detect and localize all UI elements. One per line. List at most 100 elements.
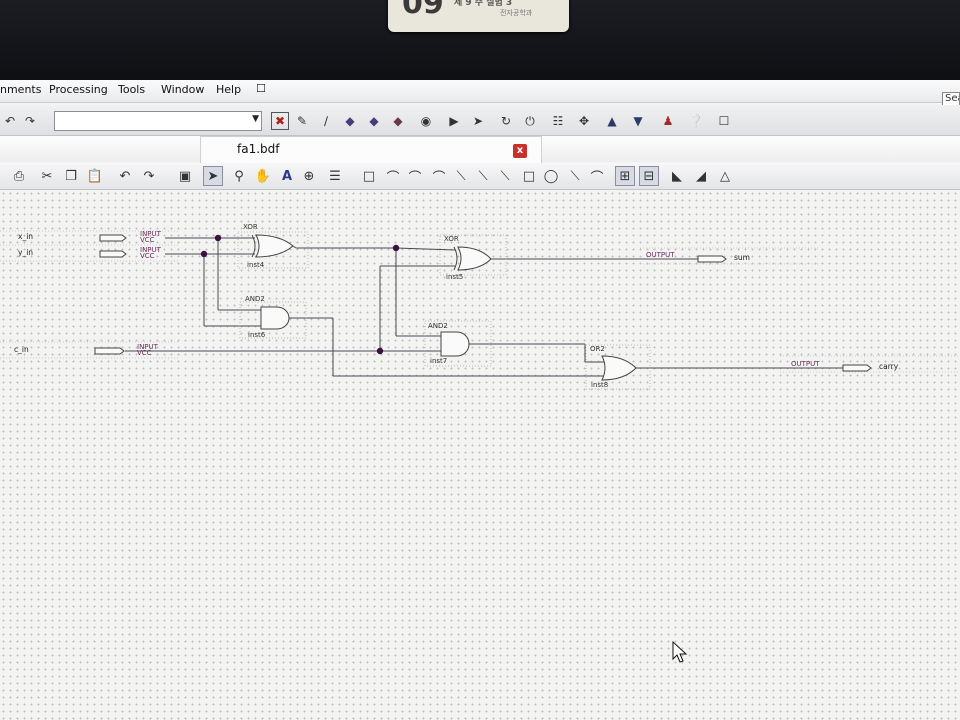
or-gate-inst8[interactable]: OR2 inst8 (585, 344, 651, 390)
flip-icon[interactable]: ◣ (668, 167, 686, 185)
junction-dot (200, 250, 208, 258)
chip-planner-icon[interactable]: ✖ (271, 112, 289, 130)
block-icon[interactable]: ▣ (176, 167, 194, 185)
undo-icon[interactable]: ↶ (116, 167, 134, 185)
symbol-icon[interactable]: ⊕ (300, 167, 318, 185)
timing-icon[interactable]: ➤ (470, 113, 486, 129)
partial-select-icon[interactable]: ⊟ (639, 166, 659, 186)
monitor-sticker: 09 제 9 주 실험 3 전자공학과 (388, 0, 569, 32)
compile-fitter-icon[interactable]: ◆ (390, 113, 406, 129)
help-icon[interactable]: ❔ (688, 113, 704, 129)
gate-type-label: AND2 (245, 295, 265, 303)
pointer-icon[interactable]: ➤ (203, 166, 223, 186)
block-editor-toolbar: ⎙ ✂ ❐ 📋 ↶ ↷ ▣ ➤ ⚲ ✋ A ⊕ ☰ □ ⌒ ⌒ ⌒ ⟍ ⟍ ⟍ … (0, 163, 960, 190)
diagonal-line-icon[interactable]: ⟍ (452, 167, 470, 185)
schematic-canvas[interactable]: x_in INPUT VCC y_in INPUT VCC c_in INPUT… (0, 190, 960, 720)
input-pin-c-in[interactable]: c_in INPUT VCC (14, 343, 159, 357)
line-icon[interactable]: ⟍ (566, 167, 584, 185)
output-pin-sum[interactable]: OUTPUT sum (646, 251, 750, 263)
diagonal-bus-icon[interactable]: ⟍ (474, 167, 492, 185)
hand-icon[interactable]: ✋ (254, 167, 272, 185)
text-icon[interactable]: A (278, 167, 296, 185)
menu-help[interactable]: Help (216, 83, 241, 96)
menu-processing[interactable]: Processing (49, 83, 108, 96)
undo-icon[interactable]: ↶ (2, 113, 18, 129)
power-icon[interactable]: ⏻ (522, 113, 538, 129)
snap-icon[interactable]: △ (716, 167, 734, 185)
menu-window[interactable]: Window (161, 83, 204, 96)
main-toolbar: ↶ ↷ ▼ ✖ ✎ ∕ ◆ ◆ ◆ ◉ ▶ ➤ ↻ ⏻ ☷ ✥ ▲ ▼ ♟ ❔ … (0, 105, 960, 136)
pin-name: x_in (18, 232, 33, 241)
zoom-icon[interactable]: ⚲ (230, 167, 248, 185)
conduit-icon[interactable]: ⌒ (430, 167, 448, 186)
pin-name: y_in (18, 248, 33, 257)
pin-icon[interactable]: ✎ (294, 113, 310, 129)
orthogonal-bus-icon[interactable]: ⌒ (406, 167, 424, 186)
print-icon[interactable]: ⎙ (10, 167, 28, 185)
sticker-text: 제 9 주 실험 3 (454, 0, 513, 8)
wand-icon[interactable]: ∕ (318, 113, 334, 129)
document-tab-row: fa1.bdf x (0, 136, 960, 163)
person-icon[interactable]: ♟ (660, 113, 676, 129)
rtl-viewer-icon[interactable]: ↻ (498, 113, 514, 129)
diagonal-conduit-icon[interactable]: ⟍ (496, 167, 514, 185)
netlist-icon[interactable]: ☷ (550, 113, 566, 129)
menu-assignments[interactable]: nments (0, 83, 41, 96)
menu-tools[interactable]: Tools (118, 83, 145, 96)
xor-gate-inst4[interactable]: XOR inst4 (237, 223, 309, 269)
chip-editor-icon[interactable]: ▼ (630, 113, 646, 129)
arc-icon[interactable]: ⌒ (588, 167, 606, 186)
junction-dot (376, 347, 384, 355)
tab-fa1-bdf[interactable]: fa1.bdf x (200, 136, 542, 163)
cut-icon[interactable]: ✂ (38, 167, 56, 185)
input-pin-y-in[interactable]: y_in INPUT VCC (18, 246, 162, 260)
pin-name: c_in (14, 345, 29, 354)
pin-tool-icon[interactable]: ☰ (326, 167, 344, 185)
gate-instance-label: inst7 (430, 357, 447, 365)
pin-name: carry (879, 362, 899, 371)
gate-instance-label: inst8 (591, 381, 608, 389)
gate-type-label: XOR (243, 223, 258, 231)
schematic-diagram: x_in INPUT VCC y_in INPUT VCC c_in INPUT… (0, 223, 960, 663)
node-finder-icon[interactable]: ▲ (604, 113, 620, 129)
application-window: nments Processing Tools Window Help ☐ Se… (0, 80, 960, 720)
sticker-subtext: 전자공학과 (500, 9, 533, 17)
redo-icon[interactable]: ↷ (22, 113, 38, 129)
gate-type-label: XOR (444, 235, 459, 243)
input-pin-x-in[interactable]: x_in INPUT VCC (18, 230, 162, 244)
rotate-icon[interactable]: ◢ (692, 167, 710, 185)
orthogonal-node-icon[interactable]: ⌒ (384, 167, 402, 186)
rectangle-icon[interactable]: □ (360, 167, 378, 185)
mouse-cursor-icon (672, 640, 688, 663)
gate-type-label: AND2 (428, 322, 448, 330)
pin-value: VCC (137, 349, 152, 357)
compile-analysis-icon[interactable]: ◆ (366, 113, 382, 129)
play-icon[interactable]: ▶ (446, 113, 462, 129)
project-navigator-combo[interactable]: ▼ (54, 111, 262, 131)
pin-name: sum (734, 253, 750, 262)
pin-value: VCC (140, 252, 155, 260)
junction-dot (214, 234, 222, 242)
pin-primitive: OUTPUT (791, 360, 820, 368)
menu-bar: nments Processing Tools Window Help ☐ Se… (0, 80, 960, 110)
rectangle-tool-icon[interactable]: □ (520, 167, 538, 185)
gate-type-label: OR2 (590, 345, 605, 353)
and-gate-inst6[interactable]: AND2 inst6 (239, 295, 307, 339)
compile-icon[interactable]: ◆ (342, 113, 358, 129)
ellipse-icon[interactable]: ◯ (542, 167, 560, 185)
stop-icon[interactable]: ◉ (418, 113, 434, 129)
chevron-down-icon: ▼ (252, 114, 259, 124)
close-tab-button[interactable]: x (513, 144, 527, 158)
help-bubble-icon[interactable]: ☐ (256, 82, 266, 95)
comment-icon[interactable]: ☐ (716, 113, 732, 129)
pin-value: VCC (140, 236, 155, 244)
redo-icon[interactable]: ↷ (140, 167, 158, 185)
rubberband-icon[interactable]: ⊞ (615, 166, 635, 186)
programmer-icon[interactable]: ✥ (576, 113, 592, 129)
paste-icon[interactable]: 📋 (86, 167, 104, 185)
sticker-number: 09 (402, 0, 444, 21)
junction-dot (392, 244, 400, 252)
copy-icon[interactable]: ❐ (62, 167, 80, 185)
output-pin-carry[interactable]: OUTPUT carry (791, 360, 899, 372)
xor-gate-inst5[interactable]: XOR inst5 (439, 234, 507, 281)
